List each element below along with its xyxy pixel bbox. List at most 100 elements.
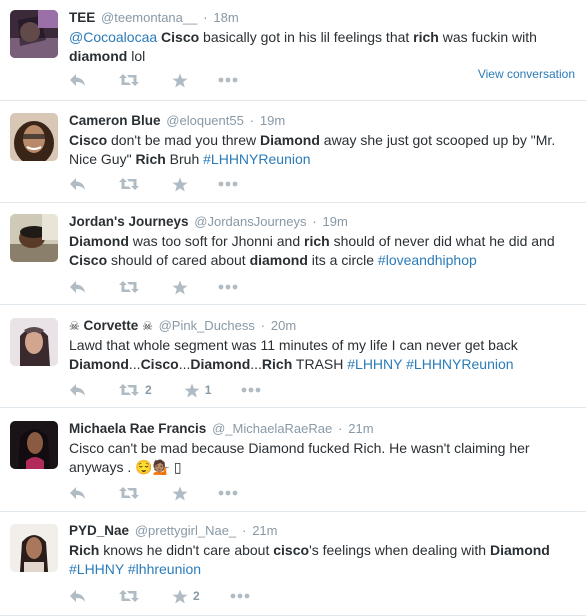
reply-icon (69, 589, 86, 603)
retweet-icon (118, 280, 140, 294)
reply-button[interactable] (69, 177, 86, 191)
timestamp[interactable]: 20m (271, 318, 296, 333)
timestamp[interactable]: 19m (260, 113, 285, 128)
skull-emblem: ☠ (142, 319, 153, 333)
more-dots-icon (218, 181, 238, 187)
reply-button[interactable] (69, 73, 86, 87)
display-name[interactable]: Cameron Blue (69, 113, 161, 128)
hashtag-link[interactable]: #LHHNYReunion (203, 151, 310, 167)
reply-icon (69, 177, 86, 191)
retweet-button[interactable] (118, 486, 140, 500)
more-button[interactable] (218, 77, 238, 83)
tweet-header: Cameron Blue @eloquent55 · 19m (69, 113, 286, 128)
favorite-star-icon (172, 177, 188, 192)
hashtag-link[interactable]: #LHHNY (69, 561, 124, 577)
username[interactable]: @JordansJourneys (194, 214, 306, 229)
display-name[interactable]: PYD_Nae (69, 523, 129, 538)
tweet-text: @Cocoalocaa Cisco basically got in his l… (69, 29, 537, 64)
favorite-button[interactable] (172, 177, 188, 192)
tweet: Jordan's Journeys @JordansJourneys · 19m… (0, 203, 586, 305)
retweet-icon (118, 589, 140, 603)
retweet-button[interactable]: 2 (118, 383, 152, 397)
reply-button[interactable] (69, 486, 86, 500)
more-dots-icon (230, 593, 250, 599)
username[interactable]: @eloquent55 (166, 113, 244, 128)
tweet: ☠ Corvette ☠ @Pink_Duchess · 20m Lawd th… (0, 305, 586, 408)
avatar[interactable] (10, 214, 58, 262)
more-dots-icon (241, 387, 261, 393)
tweet-actions (69, 175, 268, 193)
retweet-button[interactable] (118, 177, 140, 191)
tweet-header: Jordan's Journeys @JordansJourneys · 19m (69, 214, 348, 229)
reply-icon (69, 280, 86, 294)
favorite-button[interactable]: 2 (172, 589, 200, 604)
mention-link[interactable]: @Cocoalocaa (69, 29, 157, 45)
reply-icon (69, 486, 86, 500)
timestamp[interactable]: 19m (323, 214, 348, 229)
avatar[interactable] (10, 524, 58, 572)
retweet-button[interactable] (118, 73, 140, 87)
avatar[interactable] (10, 421, 58, 469)
hashtag-link[interactable]: #LHHNYReunion (406, 356, 513, 372)
tweet-header: PYD_Nae @prettygirl_Nae_ · 21m (69, 523, 278, 538)
view-conversation-link[interactable]: View conversation (478, 67, 575, 81)
more-button[interactable] (230, 593, 250, 599)
retweet-button[interactable] (118, 280, 140, 294)
tweet-actions (69, 71, 268, 89)
reply-icon (69, 383, 86, 397)
favorite-star-icon (184, 383, 200, 398)
hashtag-link[interactable]: #LHHNY (347, 356, 402, 372)
retweet-icon (118, 383, 140, 397)
username[interactable]: @teemontana__ (101, 10, 197, 25)
tweet-text: Diamond was too soft for Jhonni and rich… (69, 233, 555, 268)
hashtag-link[interactable]: #lhhreunion (128, 561, 201, 577)
tweet: TEE @teemontana__ · 18m @Cocoalocaa Cisc… (0, 0, 586, 101)
avatar[interactable] (10, 318, 58, 366)
reply-button[interactable] (69, 280, 86, 294)
retweet-icon (118, 177, 140, 191)
timestamp[interactable]: 21m (252, 523, 277, 538)
more-button[interactable] (218, 181, 238, 187)
reply-button[interactable] (69, 589, 86, 603)
tweet: Cameron Blue @eloquent55 · 19m Cisco don… (0, 101, 586, 203)
more-button[interactable] (218, 490, 238, 496)
tweet-actions: 21 (69, 381, 291, 399)
more-button[interactable] (241, 387, 261, 393)
timestamp[interactable]: 18m (213, 10, 238, 25)
tweet-text: Cisco can't be mad because Diamond fucke… (69, 440, 530, 475)
favorite-button[interactable] (172, 486, 188, 501)
display-name[interactable]: Jordan's Journeys (69, 214, 189, 229)
more-dots-icon (218, 77, 238, 83)
retweet-count: 2 (145, 383, 152, 397)
retweet-button[interactable] (118, 589, 140, 603)
username[interactable]: @Pink_Duchess (159, 318, 255, 333)
username[interactable]: @_MichaelaRaeRae (212, 421, 332, 436)
skull-emblem: ☠ (69, 319, 80, 333)
tweet-header: TEE @teemontana__ · 18m (69, 10, 239, 25)
tweet-text: Rich knows he didn't care about cisco's … (69, 542, 550, 577)
username[interactable]: @prettygirl_Nae_ (135, 523, 236, 538)
favorite-star-icon (172, 589, 188, 604)
favorite-button[interactable] (172, 280, 188, 295)
hashtag-link[interactable]: #loveandhiphop (378, 252, 477, 268)
display-name[interactable]: TEE (69, 10, 95, 25)
favorite-star-icon (172, 280, 188, 295)
tweet-actions (69, 484, 268, 502)
timestamp[interactable]: 21m (348, 421, 373, 436)
reply-button[interactable] (69, 383, 86, 397)
more-dots-icon (218, 490, 238, 496)
avatar[interactable] (10, 10, 58, 58)
tweet-actions: 2 (69, 587, 280, 605)
favorite-button[interactable]: 1 (184, 383, 212, 398)
display-name[interactable]: Corvette (84, 318, 139, 333)
avatar[interactable] (10, 113, 58, 161)
tweet-text: Lawd that whole segment was 11 minutes o… (69, 337, 518, 372)
favorite-button[interactable] (172, 73, 188, 88)
display-name[interactable]: Michaela Rae Francis (69, 421, 206, 436)
favorite-star-icon (172, 73, 188, 88)
retweet-icon (118, 73, 140, 87)
retweet-icon (118, 486, 140, 500)
more-dots-icon (218, 284, 238, 290)
more-button[interactable] (218, 284, 238, 290)
favorite-count: 1 (204, 383, 212, 397)
